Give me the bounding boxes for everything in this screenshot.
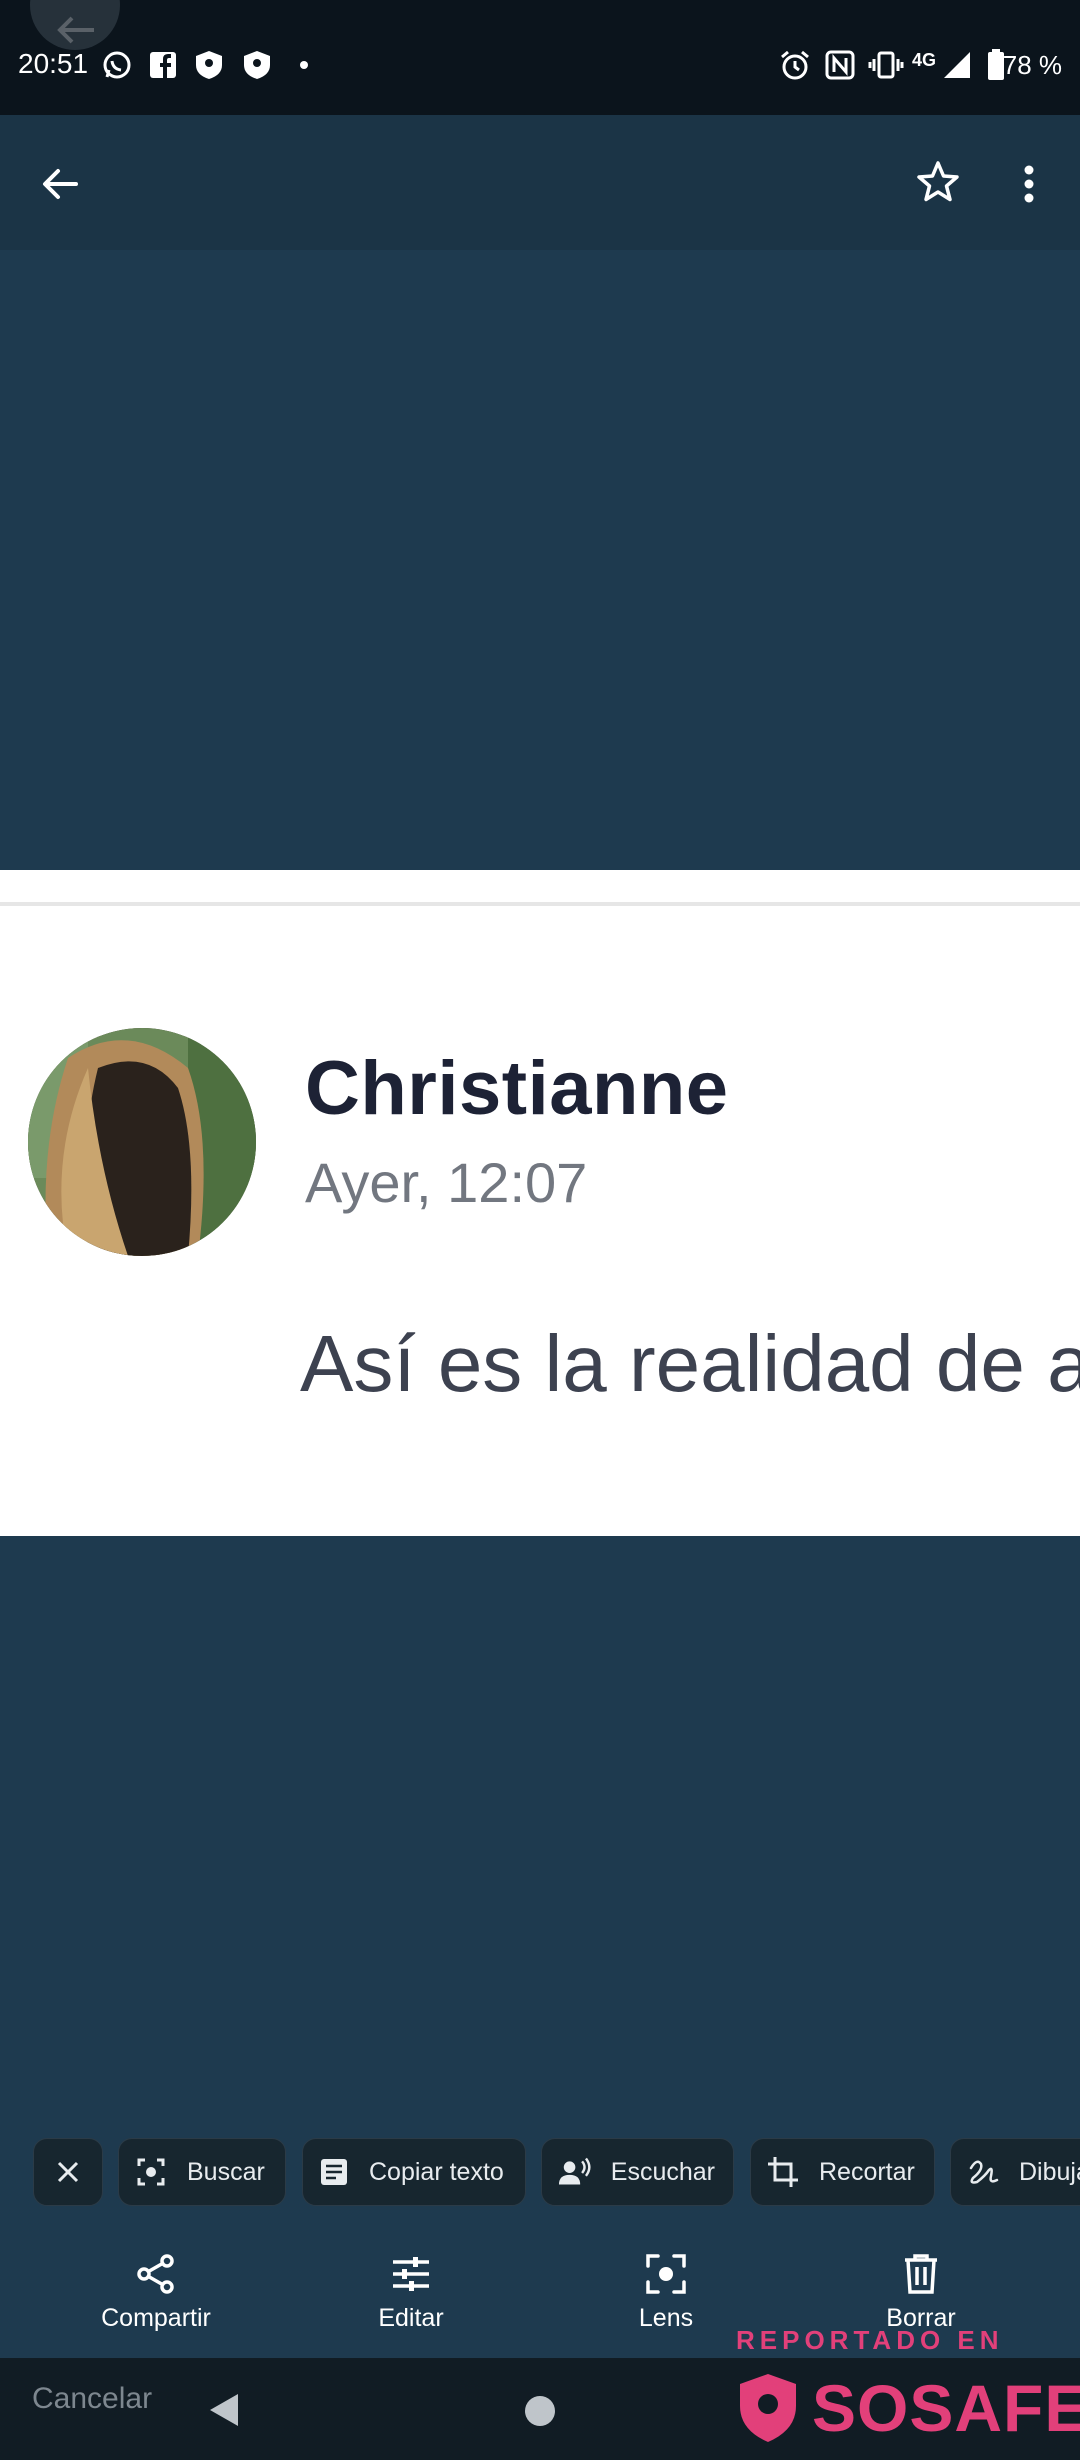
nav-back-button[interactable] (206, 2390, 242, 2430)
chip-label: Escuchar (610, 2157, 715, 2186)
cancel-button[interactable]: Cancelar (32, 2382, 152, 2416)
circle-home-icon (525, 2396, 555, 2426)
vibrate-icon (868, 48, 904, 82)
avatar (28, 1028, 256, 1256)
dot-icon (297, 48, 311, 82)
star-outline-icon (917, 161, 959, 202)
back-button[interactable] (36, 160, 84, 208)
message-timestamp: Ayer, 12:07 (305, 1151, 588, 1214)
chip-label: Buscar (187, 2157, 265, 2186)
action-label: Lens (638, 2304, 694, 2332)
nfc-icon (824, 48, 856, 82)
favorite-button[interactable] (914, 158, 962, 206)
lens-search-icon (137, 2158, 165, 2186)
nav-home-button[interactable] (523, 2394, 557, 2428)
edit-button[interactable]: Editar (311, 2252, 511, 2333)
alarm-icon (778, 48, 812, 82)
draw-icon (969, 2160, 999, 2184)
lens-icon (646, 2254, 686, 2294)
chip-dibujar[interactable]: Dibuja (950, 2138, 1080, 2206)
sosafe-logo-icon (736, 2372, 800, 2444)
network-type: 4G (912, 50, 937, 70)
signal-icon (940, 48, 974, 82)
chip-label: Dibuja (1019, 2157, 1080, 2186)
text-doc-icon (321, 2159, 347, 2185)
lens-button[interactable]: Lens (566, 2252, 766, 2333)
chip-recortar[interactable]: Recortar (750, 2138, 935, 2206)
battery-percent: 78 % (1002, 50, 1062, 80)
action-label: Compartir (101, 2304, 211, 2332)
message-text: Así es la realidad de a (300, 1319, 1080, 1408)
share-icon (137, 2254, 174, 2294)
more-vert-icon (1024, 165, 1034, 203)
chip-copiar-texto[interactable]: Copiar texto (302, 2138, 526, 2206)
delete-button[interactable]: Borrar (821, 2252, 1021, 2333)
voice-icon (558, 2157, 591, 2185)
action-label: Editar (378, 2304, 444, 2332)
arrow-left-icon (43, 169, 78, 199)
whatsapp-icon (100, 48, 134, 82)
close-icon (57, 2161, 79, 2183)
more-options-button[interactable] (1015, 160, 1043, 208)
crop-icon (768, 2157, 798, 2187)
shield-icon-2 (241, 48, 273, 82)
chip-label: Copiar texto (369, 2157, 504, 2186)
status-time: 20:51 (18, 48, 89, 79)
divider (0, 902, 1080, 906)
watermark-line2: SOSAFE (812, 2371, 1080, 2445)
facebook-icon (148, 48, 178, 82)
chip-buscar[interactable]: Buscar (118, 2138, 286, 2206)
trash-icon (905, 2254, 937, 2294)
triangle-back-icon (210, 2394, 238, 2426)
shield-icon (193, 48, 225, 82)
share-button[interactable]: Compartir (56, 2252, 256, 2333)
watermark-line1: REPORTADO EN (736, 2325, 1004, 2355)
close-chip[interactable] (33, 2138, 103, 2206)
chip-escuchar[interactable]: Escuchar (541, 2138, 734, 2206)
tune-icon (393, 2257, 429, 2291)
contact-name: Christianne (305, 1046, 729, 1131)
chip-label: Recortar (819, 2157, 915, 2186)
